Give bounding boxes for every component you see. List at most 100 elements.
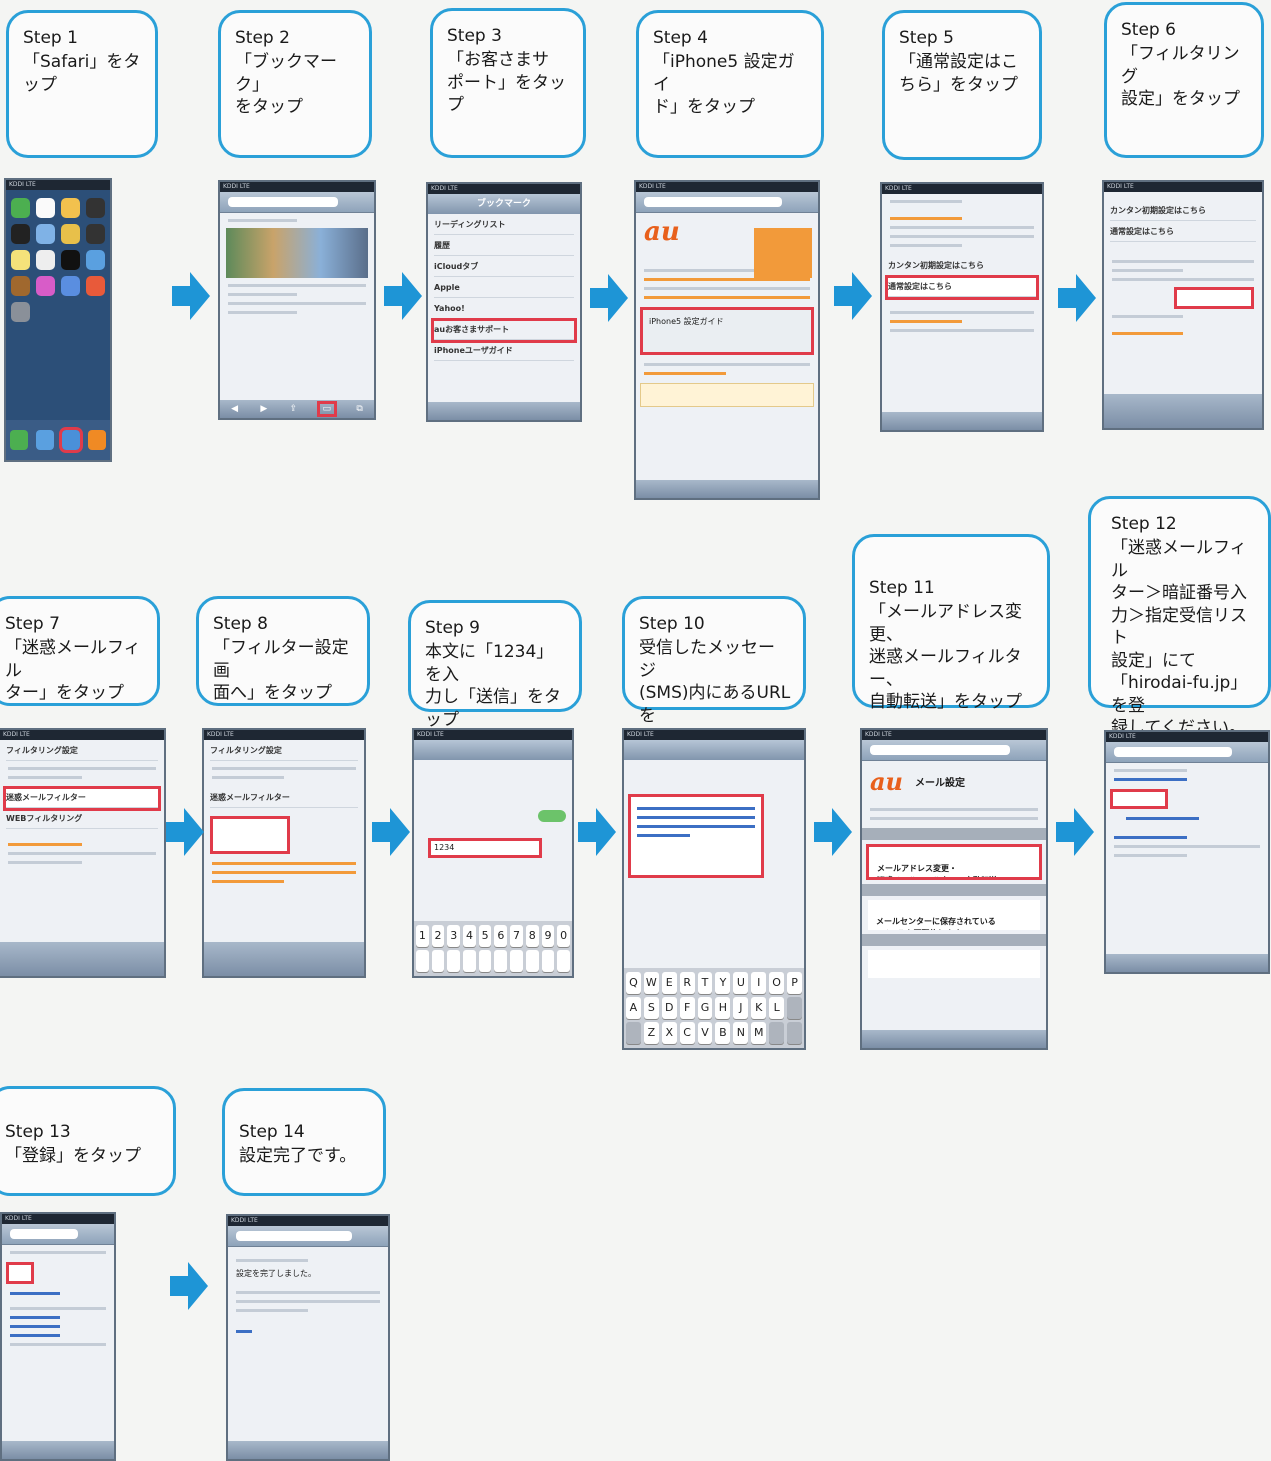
resend-mail-link[interactable]: メールセンターに保存されている Eメールを再配信します — [868, 900, 1040, 930]
key[interactable]: D — [661, 997, 677, 1019]
text-line — [8, 852, 156, 855]
key[interactable]: S — [643, 997, 659, 1019]
spam-filter-link[interactable] — [1110, 789, 1168, 809]
normal-setup-link[interactable]: 通常設定はこちら — [1110, 223, 1256, 242]
key[interactable]: W — [643, 972, 659, 994]
app-icon — [36, 250, 55, 270]
key[interactable]: 3 — [447, 925, 461, 947]
key[interactable]: 1 — [416, 925, 429, 947]
share-icon[interactable]: ⇪ — [290, 404, 298, 414]
key[interactable]: I — [751, 972, 767, 994]
key[interactable]: E — [661, 972, 677, 994]
key[interactable]: 8 — [525, 925, 539, 947]
mail-address-change-link[interactable]: メールアドレス変更・ 迷惑メールフィルター・自動転送 — [866, 844, 1042, 880]
bookmark-item[interactable]: Apple — [434, 279, 574, 298]
key[interactable]: C — [679, 1022, 695, 1044]
key[interactable] — [494, 950, 508, 972]
text-line — [1112, 278, 1254, 281]
next-arrow-icon — [372, 808, 410, 856]
spam-filter-link[interactable]: 迷惑メールフィルター — [3, 786, 161, 811]
key[interactable] — [525, 950, 539, 972]
url-line — [637, 825, 755, 828]
key[interactable] — [478, 950, 492, 972]
key[interactable] — [541, 950, 555, 972]
key[interactable]: Z — [643, 1022, 659, 1044]
message-input[interactable]: 1234 — [428, 838, 542, 858]
step-14-bubble: Step 14 設定完了です。 — [222, 1088, 386, 1196]
key[interactable]: G — [697, 997, 713, 1019]
key[interactable]: 7 — [510, 925, 523, 947]
key[interactable]: X — [661, 1022, 677, 1044]
text-line — [228, 284, 366, 287]
key[interactable]: V — [697, 1022, 713, 1044]
bookmark-item[interactable]: リーディングリスト — [434, 216, 574, 235]
bookmark-item[interactable]: 履歴 — [434, 237, 574, 256]
text-line — [1112, 269, 1184, 272]
easy-setup-link[interactable]: カンタン初期設定はこちら — [1110, 202, 1256, 221]
key[interactable]: K — [751, 997, 767, 1019]
text-line — [236, 1300, 380, 1303]
key[interactable]: 4 — [463, 925, 476, 947]
key[interactable]: P — [787, 972, 802, 994]
key[interactable]: Y — [715, 972, 731, 994]
key[interactable] — [416, 950, 429, 972]
key[interactable] — [463, 950, 476, 972]
forward-icon[interactable]: ▶ — [260, 404, 267, 414]
key[interactable] — [769, 1022, 785, 1044]
key[interactable] — [626, 1022, 641, 1044]
status-bar: KDDI LTE — [636, 182, 818, 192]
key[interactable] — [787, 1022, 802, 1044]
step-number: Step 4 — [653, 28, 708, 48]
filtering-settings-link[interactable] — [1174, 287, 1254, 309]
key[interactable] — [431, 950, 445, 972]
key[interactable]: 0 — [557, 925, 570, 947]
normal-setup-link[interactable]: 通常設定はこちら — [885, 275, 1039, 300]
bookmarks-icon[interactable]: ▭ — [316, 401, 337, 417]
iphone5-guide-banner[interactable]: iPhone5 設定ガイド — [640, 307, 814, 355]
key[interactable]: B — [715, 1022, 731, 1044]
easy-setup-link[interactable]: カンタン初期設定はこちら — [888, 257, 1036, 276]
status-bar: KDDI LTE — [204, 730, 364, 740]
key[interactable]: 5 — [478, 925, 492, 947]
key[interactable]: N — [733, 1022, 749, 1044]
text-line — [8, 776, 82, 779]
key[interactable]: M — [751, 1022, 767, 1044]
bookmark-item[interactable]: iCloudタブ — [434, 258, 574, 277]
filter-settings-button[interactable] — [210, 816, 290, 854]
text-line — [1112, 260, 1254, 263]
text-line — [228, 293, 298, 296]
key[interactable]: 2 — [431, 925, 445, 947]
key[interactable] — [447, 950, 461, 972]
key[interactable]: O — [769, 972, 785, 994]
section-header — [862, 884, 1046, 896]
web-filtering-link[interactable]: WEBフィルタリング — [6, 810, 158, 829]
step-1-bubble: Step 1 「Safari」をタップ — [6, 10, 158, 158]
key[interactable]: 6 — [494, 925, 508, 947]
safari-app-icon[interactable] — [59, 427, 83, 453]
app-icon — [86, 224, 105, 244]
key[interactable] — [787, 997, 802, 1019]
key[interactable]: U — [733, 972, 749, 994]
tabs-icon[interactable]: ⧉ — [356, 404, 362, 414]
key[interactable]: Q — [626, 972, 641, 994]
bookmark-item-au-support[interactable]: auお客さまサポート — [431, 318, 577, 343]
key[interactable]: F — [679, 997, 695, 1019]
register-button[interactable] — [6, 1262, 34, 1284]
key[interactable]: L — [769, 997, 785, 1019]
key[interactable] — [510, 950, 523, 972]
key[interactable] — [557, 950, 570, 972]
sms-url-bubble[interactable] — [628, 794, 764, 878]
bookmark-item[interactable]: iPhoneユーザガイド — [434, 342, 574, 361]
step-number: Step 6 — [1121, 20, 1176, 40]
key[interactable]: 9 — [541, 925, 555, 947]
back-icon[interactable]: ◀ — [231, 404, 238, 414]
key[interactable]: A — [626, 997, 641, 1019]
key[interactable]: H — [715, 997, 731, 1019]
status-bar: KDDI LTE — [862, 730, 1046, 740]
bookmark-item[interactable]: Yahoo! — [434, 300, 574, 319]
key[interactable]: T — [697, 972, 713, 994]
sent-bubble — [538, 810, 566, 822]
key[interactable]: R — [679, 972, 695, 994]
key[interactable]: J — [733, 997, 749, 1019]
mail-app-link[interactable] — [868, 950, 1040, 978]
